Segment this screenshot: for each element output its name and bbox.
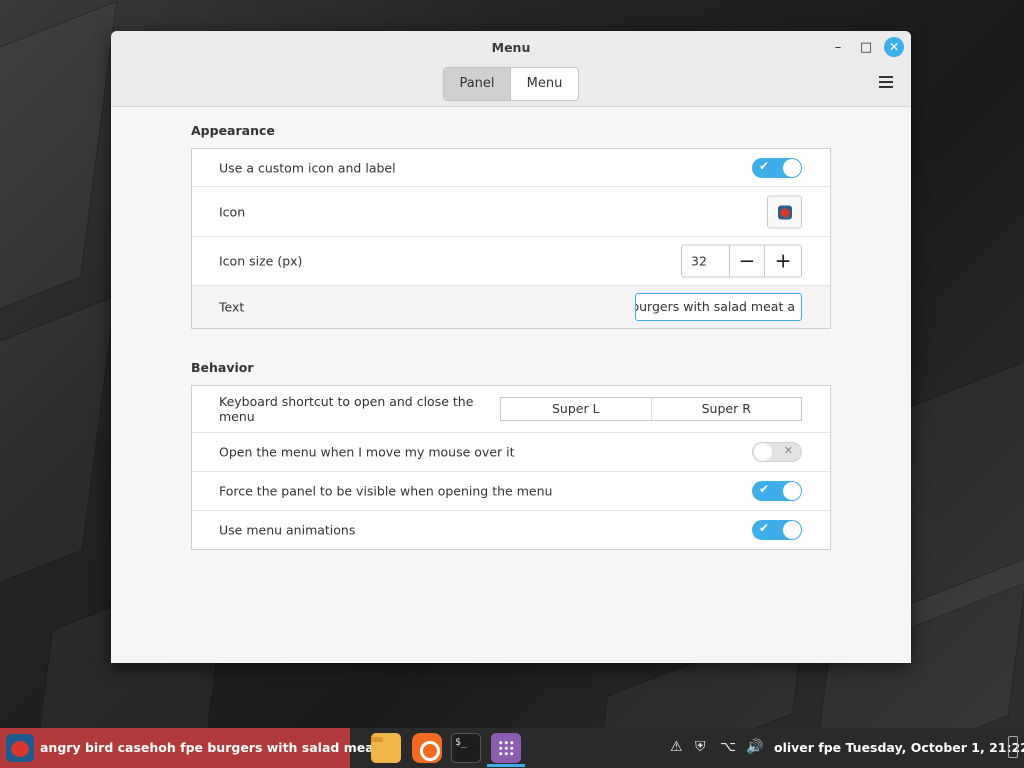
taskbar-window-title: angry bird casehoh fpe burgers with sala… <box>40 740 393 755</box>
angry-bird-icon <box>778 205 792 219</box>
x-icon: ✕ <box>783 444 793 457</box>
tab-menu[interactable]: Menu <box>511 68 578 100</box>
icon-chooser-button[interactable] <box>767 195 802 228</box>
icon-size-value[interactable]: 32 <box>682 245 730 277</box>
shortcut-label: Keyboard shortcut to open and close the … <box>219 394 474 424</box>
settings-content: Appearance Use a custom icon and label ✔… <box>111 107 911 550</box>
icon-size-row: Icon size (px) 32 − + <box>192 237 830 286</box>
check-icon: ✔ <box>759 521 770 535</box>
shortcut-key-1[interactable]: Super L <box>501 398 652 420</box>
active-indicator <box>487 764 525 767</box>
force-panel-row: Force the panel to be visible when openi… <box>192 472 830 511</box>
window-title: Menu <box>491 40 531 55</box>
minimize-button[interactable]: – <box>829 39 847 57</box>
check-icon: ✔ <box>759 158 770 173</box>
network-icon[interactable]: ⌥ <box>720 739 736 755</box>
check-icon: ✔ <box>759 482 770 496</box>
hover-open-label: Open the menu when I move my mouse over … <box>219 444 515 460</box>
custom-icon-label: Use a custom icon and label <box>219 160 396 175</box>
files-icon[interactable] <box>371 733 401 763</box>
hover-open-row: Open the menu when I move my mouse over … <box>192 433 830 472</box>
shortcut-key-2[interactable]: Super R <box>652 398 802 420</box>
shortcut-row: Keyboard shortcut to open and close the … <box>192 386 830 433</box>
appearance-section-title: Appearance <box>191 123 275 138</box>
angry-bird-icon <box>6 734 34 762</box>
icon-label: Icon <box>219 204 246 219</box>
custom-icon-row: Use a custom icon and label ✔ <box>192 149 830 187</box>
apps-grid-icon[interactable] <box>491 733 521 763</box>
decrease-button[interactable]: − <box>730 245 766 277</box>
menu-settings-window: Menu – □ ✕ Panel Menu Appearance Use a c… <box>111 31 911 663</box>
text-input[interactable]: angry bird casehoh fpe burgers with sala… <box>635 293 802 321</box>
clock-status[interactable]: oliver fpe Tuesday, October 1, 21:22 <box>774 740 1024 755</box>
behavior-group: Keyboard shortcut to open and close the … <box>191 385 831 550</box>
shield-icon[interactable]: ⛨ <box>695 739 706 755</box>
hover-open-toggle[interactable]: ✕ <box>752 442 802 462</box>
text-label: Text <box>219 299 245 315</box>
show-desktop-icon[interactable] <box>1008 736 1018 758</box>
animations-toggle[interactable]: ✔ <box>752 520 802 540</box>
custom-icon-toggle[interactable]: ✔ <box>752 157 802 178</box>
behavior-section-title: Behavior <box>191 360 254 375</box>
text-row: Text angry bird casehoh fpe burgers with… <box>192 286 830 328</box>
taskbar: angry bird casehoh fpe burgers with sala… <box>0 728 1024 768</box>
text-input-value: angry bird casehoh fpe burgers with sala… <box>635 299 795 314</box>
icon-row: Icon <box>192 187 830 237</box>
hamburger-menu-icon[interactable] <box>879 76 893 91</box>
firefox-icon[interactable] <box>412 733 442 763</box>
animations-label: Use menu animations <box>219 522 356 538</box>
icon-size-spinner: 32 − + <box>681 244 802 278</box>
force-panel-toggle[interactable]: ✔ <box>752 481 802 501</box>
tab-panel[interactable]: Panel <box>444 68 511 100</box>
taskbar-window-button[interactable]: angry bird casehoh fpe burgers with sala… <box>0 728 392 768</box>
updates-icon[interactable]: ⚠ <box>670 739 683 755</box>
appearance-group: Use a custom icon and label ✔ Icon Icon … <box>191 148 831 329</box>
close-button[interactable]: ✕ <box>884 37 904 57</box>
icon-size-label: Icon size (px) <box>219 253 303 269</box>
force-panel-label: Force the panel to be visible when openi… <box>219 483 553 499</box>
maximize-button[interactable]: □ <box>857 39 875 57</box>
terminal-icon[interactable]: $_ <box>451 733 481 763</box>
shortcut-entry: Super L Super R <box>500 397 802 421</box>
increase-button[interactable]: + <box>765 246 801 277</box>
animations-row: Use menu animations ✔ <box>192 511 830 549</box>
titlebar: Menu – □ ✕ Panel Menu <box>111 31 911 107</box>
tab-switcher: Panel Menu <box>443 67 579 101</box>
volume-icon[interactable]: 🔊 <box>746 739 763 755</box>
